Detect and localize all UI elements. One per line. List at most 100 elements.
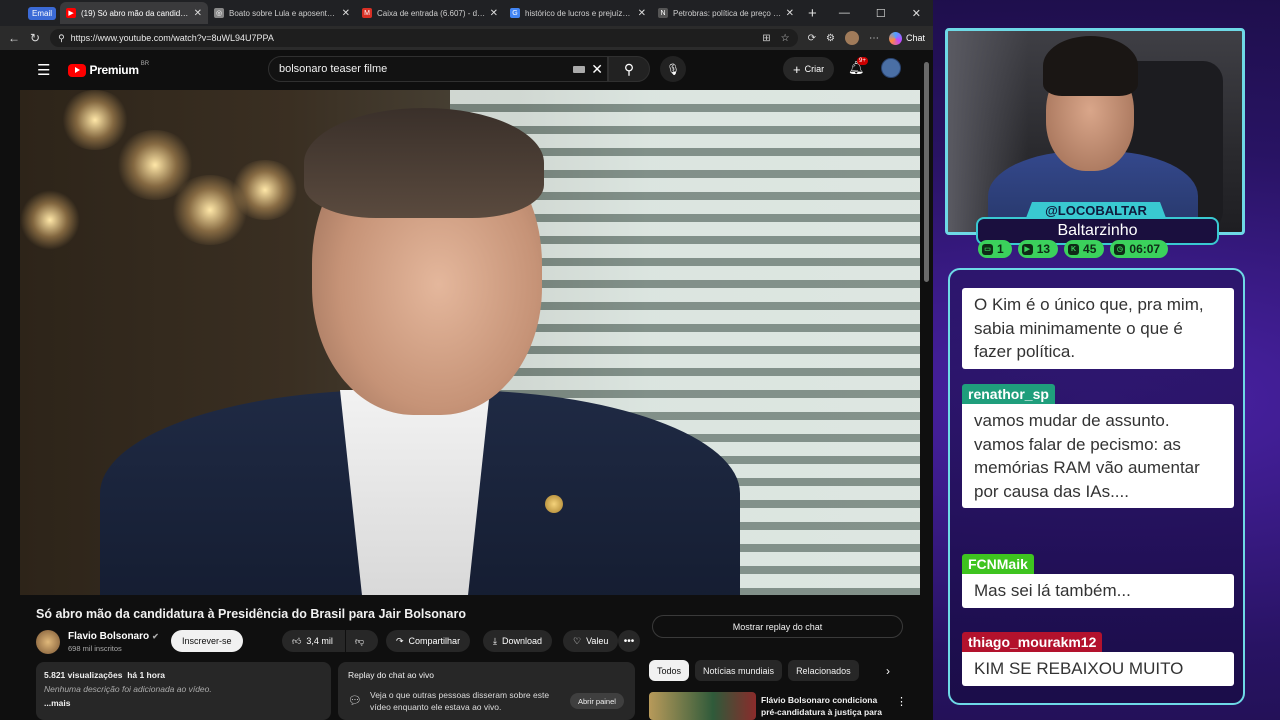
microphone-icon: 🎙 (666, 63, 680, 76)
youtube-page: ☰ Premium BR bolsonaro teaser filme ✕ ⚲ … (20, 50, 932, 720)
stream-uptime-badge: ◷ 06:07 (1110, 240, 1169, 258)
chip-related[interactable]: Relacionados (788, 660, 859, 681)
kick-viewers: 45 (1083, 242, 1097, 256)
create-button[interactable]: + Criar (783, 57, 835, 81)
page-scrollbar[interactable] (922, 50, 930, 720)
extensions-icon[interactable]: ⚙ (826, 33, 835, 44)
back-icon[interactable]: ← (8, 31, 20, 45)
share-button[interactable]: ↷ Compartilhar (386, 630, 471, 652)
url-field[interactable]: ⚲ https://www.youtube.com/watch?v=8uWL94… (50, 29, 798, 47)
youtube-logo[interactable]: Premium BR (68, 61, 149, 77)
scrollbar-thumb[interactable] (924, 62, 929, 282)
tab-label: Caixa de entrada (6.607) - diguit (377, 8, 486, 18)
view-count: 5.821 visualizações (44, 670, 123, 680)
video-scene-shirt (340, 390, 490, 595)
new-tab-icon[interactable]: + (808, 5, 817, 22)
more-actions-button[interactable]: ••• (618, 630, 640, 652)
maximize-icon[interactable]: ☐ (876, 7, 886, 20)
view-stats: 5.821 visualizações há 1 hora (44, 670, 323, 680)
menu-icon[interactable]: ☰ (37, 61, 50, 79)
tab-boato[interactable]: ◎ Boato sobre Lula e aposentadoria ✕ (208, 2, 356, 24)
close-icon[interactable]: ✕ (490, 8, 498, 19)
channel-name-text: Flavio Bolsonaro (68, 631, 150, 642)
video-player[interactable] (20, 90, 920, 595)
browser-window: Email ▶ (19) Só abro mão da candidatura … (0, 0, 933, 720)
chat-message: O Kim é o único que, pra mim, sabia mini… (962, 288, 1234, 369)
chat-icon: ▭ (982, 243, 993, 255)
tab-youtube[interactable]: ▶ (19) Só abro mão da candidatura ✕ (60, 2, 209, 24)
email-badge[interactable]: Email (28, 6, 57, 20)
video-scene-light (230, 160, 300, 220)
youtube-favicon-icon: ▶ (66, 8, 77, 18)
account-avatar[interactable] (881, 58, 901, 78)
video-scene-lapel-pin (545, 495, 563, 513)
refresh-extension-icon[interactable]: ⟳ (808, 33, 816, 44)
chat-message: renathor_sp vamos mudar de assunto. vamo… (962, 384, 1234, 508)
description-box[interactable]: 5.821 visualizações há 1 hora Nenhuma de… (36, 662, 331, 720)
minimize-icon[interactable]: — (839, 7, 850, 20)
tab-petrobras[interactable]: N Petrobras: política de preço da e ✕ (652, 2, 800, 24)
recommendation-menu-icon[interactable]: ⋮ (896, 695, 907, 708)
recommendation-title[interactable]: Flávio Bolsonaro condiciona pré-candidat… (761, 694, 891, 720)
tab-label: (19) Só abro mão da candidatura (81, 8, 190, 18)
recommendation-thumbnail[interactable] (649, 692, 756, 720)
favorite-star-icon[interactable]: ☆ (781, 33, 790, 44)
address-bar: ← ↻ ⚲ https://www.youtube.com/watch?v=8u… (0, 26, 933, 50)
clock-icon: ◷ (1114, 243, 1126, 255)
upload-time: há 1 hora (127, 670, 165, 680)
thanks-label: Valeu (586, 636, 609, 646)
close-icon[interactable]: ✕ (786, 8, 794, 19)
webcam-scene-hair (1043, 36, 1138, 96)
create-label: Criar (804, 64, 825, 74)
verified-icon: ✔ (152, 632, 159, 641)
like-button[interactable]: 👍︎ 3,4 mil (282, 630, 345, 652)
tab-google[interactable]: G histórico de lucros e prejuízos da ✕ (504, 2, 652, 24)
profile-avatar[interactable] (844, 31, 859, 45)
like-count: 3,4 mil (306, 636, 333, 646)
more-icon: ••• (623, 635, 635, 647)
dislike-button[interactable]: 👎︎ (346, 630, 378, 652)
more-menu-icon[interactable]: ⋯ (869, 33, 879, 44)
tab-gmail[interactable]: M Caixa de entrada (6.607) - diguit ✕ (356, 2, 504, 24)
close-icon[interactable]: ✕ (342, 8, 350, 19)
search-input[interactable]: bolsonaro teaser filme ✕ (268, 56, 608, 82)
voice-search-button[interactable]: 🎙 (660, 56, 686, 82)
notification-count-badge: 9+ (857, 57, 868, 65)
streamer-handle: @LOCOBALTAR (1026, 202, 1166, 218)
chat-replay-card: Replay do chat ao vivo 💬︎ Veja o que out… (338, 662, 635, 720)
chat-username: thiago_mourakm12 (962, 632, 1103, 652)
page-favicon-icon: ◎ (214, 8, 225, 18)
thumbs-up-icon: 👍︎ (292, 635, 302, 646)
close-window-icon[interactable]: ✕ (912, 7, 921, 20)
site-info-icon[interactable]: ⚲ (58, 33, 65, 44)
open-panel-button[interactable]: Abrir painel (570, 693, 624, 709)
subscriber-count: 698 mil inscritos (68, 644, 122, 653)
chip-all[interactable]: Todos (649, 660, 690, 681)
apps-icon[interactable]: ⊞ (762, 33, 770, 44)
chat-replay-icon: 💬︎ (348, 695, 362, 707)
download-button[interactable]: ⤓ Download (483, 630, 553, 652)
kick-viewers-badge: K 45 (1064, 240, 1105, 258)
channel-avatar[interactable] (36, 630, 60, 654)
show-chat-replay-button[interactable]: Mostrar replay do chat (652, 615, 903, 638)
chat-replay-title: Replay do chat ao vivo (348, 670, 434, 680)
youtube-viewers: 13 (1036, 242, 1051, 256)
search-button[interactable]: ⚲ (608, 56, 650, 82)
reload-icon[interactable]: ↻ (30, 31, 40, 45)
plus-icon: + (793, 61, 801, 77)
copilot-button[interactable]: Chat (888, 31, 925, 45)
thanks-button[interactable]: ♡ Valeu (563, 630, 619, 652)
close-icon[interactable]: ✕ (194, 8, 202, 19)
chevron-right-icon[interactable]: › (886, 664, 890, 678)
youtube-viewers-badge: ▶ 13 (1017, 240, 1059, 258)
close-icon[interactable]: ✕ (638, 8, 646, 19)
tab-label: Boato sobre Lula e aposentadoria (229, 8, 338, 18)
chip-world-news[interactable]: Notícias mundiais (695, 660, 783, 681)
subscribe-button[interactable]: Inscrever-se (171, 630, 243, 652)
chat-message: thiago_mourakm12 KIM SE REBAIXOU MUITO (962, 632, 1234, 686)
description-more-link[interactable]: ...mais (44, 698, 323, 708)
clear-search-icon[interactable]: ✕ (591, 61, 603, 78)
channel-name[interactable]: Flavio Bolsonaro ✔ (68, 631, 159, 642)
streamer-nameplate: Baltarzinho @LOCOBALTAR ▭ 1 ▶ 13 K 45 ◷ … (976, 202, 1219, 258)
keyboard-icon[interactable] (573, 65, 585, 73)
